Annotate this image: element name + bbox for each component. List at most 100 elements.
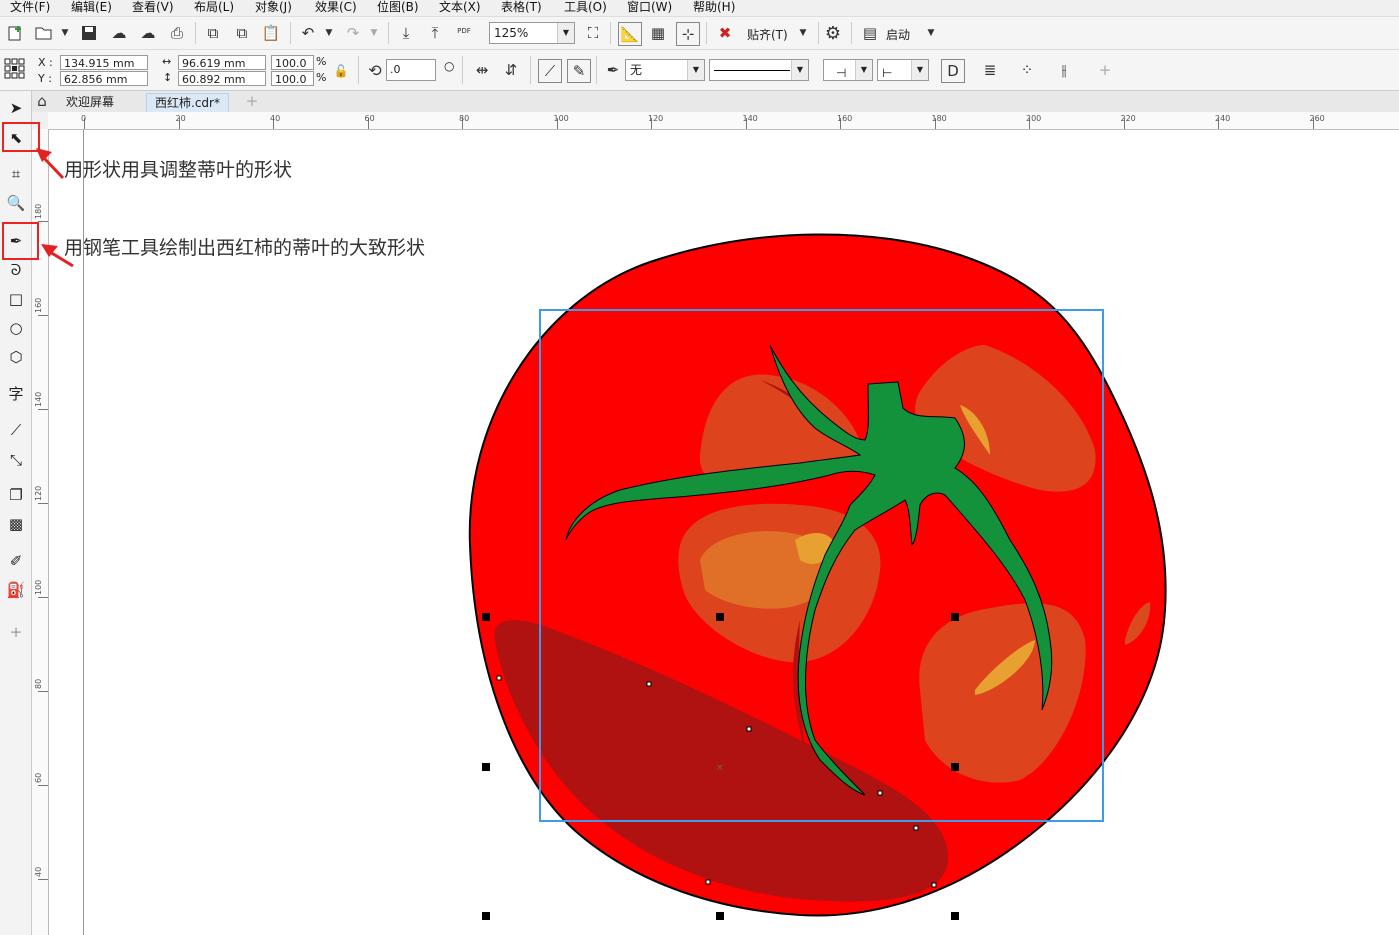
show-grid-icon[interactable]: ▦ xyxy=(647,22,669,44)
launch-label[interactable]: 启动 xyxy=(886,26,910,43)
export-pdf-icon[interactable]: PDF xyxy=(453,20,475,42)
mirror-vertical-icon[interactable]: ⇵ xyxy=(500,59,522,81)
undo-dropdown-icon[interactable]: ▼ xyxy=(318,22,340,44)
crop-tool-icon[interactable]: ⌗ xyxy=(4,162,28,186)
open-dropdown-icon[interactable]: ▼ xyxy=(54,22,76,44)
tab-document[interactable]: 西红柿.cdr* xyxy=(146,93,229,112)
scale-width-field[interactable]: 100.0 xyxy=(271,55,314,70)
end-arrow-select[interactable]: ⊢ ▼ xyxy=(877,59,929,81)
toolbar-separator xyxy=(596,56,597,84)
select-all-nodes-icon[interactable]: ⁘ xyxy=(1016,59,1038,81)
paste-icon[interactable]: 📋 xyxy=(260,22,282,44)
menu-object[interactable]: 对象(J) xyxy=(255,0,292,16)
ruler-tick xyxy=(38,597,48,598)
transparency-tool-icon[interactable]: ▩ xyxy=(4,512,28,536)
menu-view[interactable]: 查看(V) xyxy=(132,0,174,16)
pick-tool-icon[interactable]: ➤ xyxy=(4,96,28,120)
add-icon[interactable]: + xyxy=(1094,59,1116,81)
y-position-field[interactable]: 62.856 mm xyxy=(60,71,148,86)
connector-tool-icon[interactable]: ⤡ xyxy=(4,448,28,472)
full-screen-icon[interactable]: ⛶ xyxy=(582,22,604,44)
node-add-icon[interactable]: ✎ xyxy=(567,59,591,83)
menu-file[interactable]: 文件(F) xyxy=(10,0,50,16)
ruler-label: 180 xyxy=(34,203,43,219)
copy-icon[interactable]: ⧉ xyxy=(231,22,253,44)
zoom-level-select[interactable]: 125% ▼ xyxy=(489,22,575,44)
menu-table[interactable]: 表格(T) xyxy=(501,0,542,16)
ruler-label: 120 xyxy=(648,114,664,123)
redo-icon[interactable]: ↷ xyxy=(342,22,364,44)
import-icon[interactable]: ⧉ xyxy=(202,22,224,44)
launch-dropdown-icon[interactable]: ▼ xyxy=(920,22,942,44)
object-origin-icon[interactable] xyxy=(4,58,26,80)
curve-tool-icon[interactable]: ᘐ xyxy=(4,258,28,282)
menu-effects[interactable]: 效果(C) xyxy=(315,0,357,16)
menu-help[interactable]: 帮助(H) xyxy=(693,0,735,16)
rotation-angle-field[interactable]: .0 xyxy=(386,59,436,81)
rotate-icon[interactable]: ⟲ xyxy=(364,59,386,81)
align-nodes-icon[interactable]: ⫲ xyxy=(1053,59,1075,81)
new-tab-icon[interactable]: + xyxy=(242,91,262,111)
polygon-tool-icon[interactable]: ⬡ xyxy=(4,345,28,369)
menu-edit[interactable]: 编辑(E) xyxy=(71,0,112,16)
open-folder-icon[interactable] xyxy=(33,22,55,44)
chevron-down-icon: ▼ xyxy=(855,60,872,80)
toolbar-separator xyxy=(462,56,463,84)
fill-value: 无 xyxy=(630,63,643,77)
chevron-down-icon: ▼ xyxy=(911,60,928,80)
rectangle-tool-icon[interactable]: □ xyxy=(4,287,28,311)
eyedropper-tool-icon[interactable]: ✐ xyxy=(4,549,28,573)
show-rulers-icon[interactable]: 📐 xyxy=(618,22,642,46)
scale-height-field[interactable]: 100.0 xyxy=(271,71,314,86)
ruler-tick xyxy=(38,879,48,880)
start-arrow-select[interactable]: ⊣ ▼ xyxy=(823,59,873,81)
print-icon[interactable]: ⎙ xyxy=(166,22,188,44)
menu-layout[interactable]: 布局(L) xyxy=(194,0,234,16)
snap-off-icon[interactable]: ✖ xyxy=(714,22,736,44)
zoom-tool-icon[interactable]: 🔍 xyxy=(4,191,28,215)
ellipse-tool-icon[interactable]: ○ xyxy=(4,316,28,340)
menu-text[interactable]: 文本(X) xyxy=(439,0,481,16)
export-file-icon[interactable]: ⤒ xyxy=(424,22,446,44)
menu-window[interactable]: 窗口(W) xyxy=(627,0,672,16)
mirror-horizontal-icon[interactable]: ⇹ xyxy=(471,59,493,81)
lock-ratio-icon[interactable]: 🔓 xyxy=(330,60,352,82)
undo-icon[interactable]: ↶ xyxy=(297,22,319,44)
fill-tool-icon[interactable]: ⛽ xyxy=(4,578,28,602)
ruler-label: 60 xyxy=(364,114,375,123)
redo-dropdown-icon[interactable]: ▼ xyxy=(363,22,385,44)
drop-shadow-tool-icon[interactable]: ❐ xyxy=(4,483,28,507)
show-guidelines-icon[interactable]: ⊹ xyxy=(676,22,700,46)
outline-style-select[interactable]: ▼ xyxy=(709,59,809,81)
toolbar-separator xyxy=(388,22,389,44)
save-icon[interactable] xyxy=(78,22,100,44)
new-document-icon[interactable] xyxy=(4,22,26,44)
home-icon[interactable]: ⌂ xyxy=(32,91,52,111)
menu-tools[interactable]: 工具(O) xyxy=(564,0,607,16)
standard-toolbar: ▼ ☁ ☁ ⎙ ⧉ ⧉ 📋 ↶ ▼ ↷ ▼ ⤓ ⤒ PDF 125% ▼ ⛶ 📐… xyxy=(0,17,1399,50)
cloud-download-icon[interactable]: ☁ xyxy=(108,22,130,44)
menu-bitmap[interactable]: 位图(B) xyxy=(377,0,419,16)
fill-select[interactable]: 无 ▼ xyxy=(625,59,705,81)
toolbox: ➤ ⬉ ⌗ 🔍 ✒ ᘐ □ ○ ⬡ 字 ⟋ ⤡ ❐ ▩ ✐ ⛽ + xyxy=(0,91,32,935)
horizontal-ruler[interactable]: 0 20 40 60 80 100 120 140 160 180 200 220 240 260 xyxy=(48,112,1399,130)
import-file-icon[interactable]: ⤓ xyxy=(395,22,417,44)
text-tool-icon[interactable]: 字 xyxy=(4,381,28,405)
width-field[interactable]: 96.619 mm xyxy=(178,55,266,70)
x-position-field[interactable]: 134.915 mm xyxy=(60,55,148,70)
shape-tool-highlight xyxy=(2,122,40,152)
add-tool-icon[interactable]: + xyxy=(4,620,28,644)
wrap-text-icon[interactable]: ≣ xyxy=(979,59,1001,81)
snap-to-label[interactable]: 贴齐(T) xyxy=(747,26,788,43)
cloud-upload-icon[interactable]: ☁ xyxy=(137,22,159,44)
tab-welcome-screen[interactable]: 欢迎屏幕 xyxy=(58,93,123,112)
gear-icon[interactable]: ⚙ xyxy=(822,22,844,44)
x-label: X : xyxy=(38,56,53,69)
close-curve-icon[interactable]: D xyxy=(941,59,965,83)
dimension-tool-icon[interactable]: ⟋ xyxy=(4,418,28,442)
launch-app-icon[interactable]: ▤ xyxy=(859,22,881,44)
snap-dropdown-icon[interactable]: ▼ xyxy=(792,22,814,44)
node-edit-icon[interactable]: ⟋ xyxy=(538,59,562,83)
height-field[interactable]: 60.892 mm xyxy=(178,71,266,86)
ruler-label: 120 xyxy=(34,485,43,501)
